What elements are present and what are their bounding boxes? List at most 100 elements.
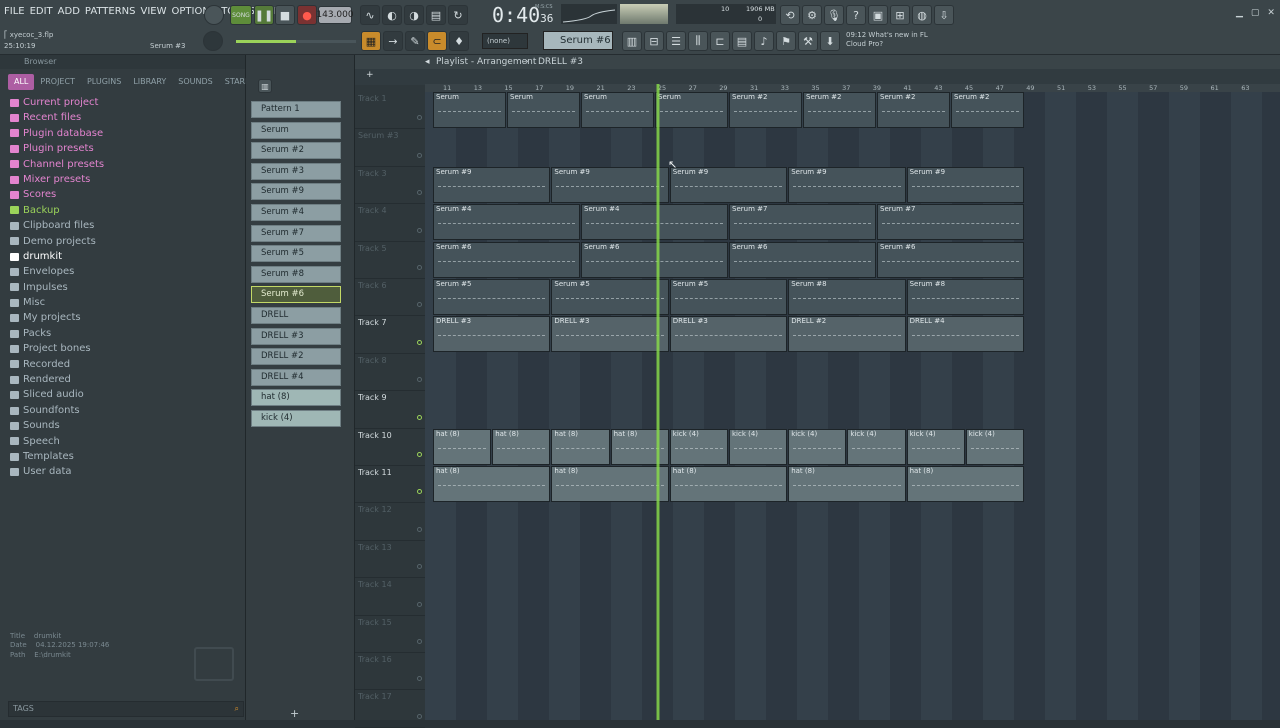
playhead[interactable] — [656, 84, 660, 720]
browser-item[interactable]: Sliced audio — [10, 387, 244, 402]
plugin-picker-icon[interactable]: ▤ — [732, 31, 752, 51]
piano-roll-icon[interactable]: ⊟ — [644, 31, 664, 51]
playlist-clip[interactable]: Serum #5 — [669, 279, 788, 315]
browser-item[interactable]: My projects — [10, 310, 244, 325]
plugin-icon[interactable]: ⊞ — [890, 5, 910, 25]
track-mute-icon[interactable] — [417, 526, 422, 532]
save-icon[interactable]: ▣ — [868, 5, 888, 25]
track-mute-icon[interactable] — [417, 414, 422, 420]
pattern-item[interactable]: Serum #6 — [251, 286, 341, 304]
mixer-view-icon[interactable]: ⫼ — [688, 31, 708, 51]
track-header[interactable]: Track 16 — [355, 653, 425, 691]
track-header[interactable]: Track 15 — [355, 616, 425, 653]
track-mute-icon[interactable] — [417, 451, 422, 457]
playlist-clip[interactable]: DRELL #3 — [551, 316, 669, 353]
playlist-clip[interactable]: kick (4) — [729, 428, 788, 465]
track-header[interactable]: Track 5 — [355, 242, 425, 279]
playlist-clip[interactable]: DRELL #3 — [669, 316, 788, 353]
browser-tab[interactable]: PLUGINS — [81, 74, 127, 90]
playlist-clip[interactable]: Serum #9 — [551, 166, 669, 203]
browser-item[interactable]: Plugin database — [10, 126, 244, 141]
playlist-clip[interactable]: Serum — [507, 92, 580, 128]
playlist-clip[interactable]: Serum #9 — [788, 166, 906, 203]
record-button[interactable]: ● — [297, 5, 317, 25]
playlist-clip[interactable]: hat (8) — [906, 466, 1024, 502]
track-mute-icon[interactable] — [417, 377, 422, 383]
playlist-clip[interactable]: hat (8) — [669, 466, 788, 502]
playlist-clip[interactable]: Serum #5 — [433, 279, 551, 315]
pause-button[interactable]: ❚❚ — [254, 5, 274, 25]
track-mute-icon[interactable] — [417, 190, 422, 196]
playlist-clip[interactable]: Serum #9 — [433, 166, 551, 203]
pattern-item[interactable]: Serum #5 — [251, 245, 341, 263]
browser-item[interactable]: Impulses — [10, 280, 244, 295]
browser-item[interactable]: Templates — [10, 449, 244, 464]
playlist-clip[interactable]: Serum — [655, 92, 728, 128]
pattern-item[interactable]: kick (4) — [251, 410, 341, 427]
track-mute-icon[interactable] — [417, 339, 422, 345]
browser-tab[interactable]: SOUNDS — [172, 74, 218, 90]
browser-item[interactable]: Envelopes — [10, 264, 244, 279]
track-mute-icon[interactable] — [417, 302, 422, 308]
track-mute-icon[interactable] — [417, 564, 422, 570]
playlist-clip[interactable]: DRELL #3 — [433, 316, 551, 353]
browser-item[interactable]: Channel presets — [10, 157, 244, 172]
track-header[interactable]: Track 6 — [355, 279, 425, 317]
playlist-clip[interactable]: Serum #6 — [729, 241, 876, 278]
browser-item[interactable]: Mixer presets — [10, 172, 244, 187]
browser-icon[interactable]: ⊏ — [710, 31, 730, 51]
browser-tab[interactable]: PROJECT — [34, 74, 81, 90]
playlist-clip[interactable]: hat (8) — [433, 466, 551, 502]
browser-item[interactable]: Soundfonts — [10, 403, 244, 418]
pattern-item[interactable]: DRELL — [251, 307, 341, 324]
track-mute-icon[interactable] — [417, 227, 422, 233]
playlist-clip[interactable]: Serum #6 — [877, 241, 1024, 278]
pitch-knob[interactable] — [203, 31, 223, 51]
tempo-tapper-icon[interactable]: ⚒ — [798, 31, 818, 51]
playlist-clip[interactable]: kick (4) — [965, 428, 1024, 465]
browser-item[interactable]: Backup — [10, 203, 244, 218]
menu-item[interactable]: Add — [58, 6, 80, 22]
browser-item[interactable]: Speech — [10, 434, 244, 449]
arrow-icon[interactable]: → — [383, 31, 403, 51]
mixer-icon[interactable]: ⚙ — [802, 5, 822, 25]
pattern-item[interactable]: Serum #8 — [251, 265, 341, 283]
add-track-icon[interactable]: + — [366, 70, 374, 80]
tags-bar[interactable]: TAGS ⌕ — [8, 701, 244, 717]
chat-icon[interactable]: ◍ — [912, 5, 932, 25]
render-icon[interactable]: ⬇ — [820, 31, 840, 51]
magnet-icon[interactable]: ⊂ — [427, 31, 447, 51]
browser-item[interactable]: drumkit — [10, 249, 244, 264]
browser-item[interactable]: Scores — [10, 187, 244, 202]
menu-item[interactable]: View — [141, 6, 167, 22]
snap-selector[interactable]: (none) — [482, 33, 528, 49]
playlist-clip[interactable]: Serum — [581, 92, 654, 128]
pencil-icon[interactable]: ✎ — [405, 31, 425, 51]
browser-item[interactable]: Recent files — [10, 110, 244, 125]
pattern-item[interactable]: Serum #9 — [251, 183, 341, 201]
browser-item[interactable]: Project bones — [10, 341, 244, 356]
playlist-clip[interactable]: hat (8) — [788, 466, 906, 502]
search-icon[interactable]: ⌕ — [235, 702, 239, 716]
loop-record-icon[interactable]: ↻ — [448, 5, 468, 25]
track-header[interactable]: Track 3 — [355, 167, 425, 205]
track-mute-icon[interactable] — [417, 713, 422, 719]
channel-rack-icon[interactable]: ▥ — [622, 31, 642, 51]
menu-item[interactable]: File — [4, 6, 25, 22]
track-header[interactable]: Track 1 — [355, 92, 425, 130]
browser-item[interactable]: Misc — [10, 295, 244, 310]
add-pattern-icon[interactable]: + — [290, 707, 299, 720]
playlist-clip[interactable]: kick (4) — [847, 428, 906, 465]
playlist-clip[interactable]: Serum #7 — [877, 204, 1024, 241]
picker-view-icon[interactable]: ▥ — [258, 79, 272, 93]
menu-item[interactable]: Patterns — [85, 6, 136, 22]
window-controls[interactable]: ▁▢✕ — [1236, 8, 1280, 18]
pattern-item[interactable]: Serum #3 — [251, 162, 341, 180]
playlist-clip[interactable]: kick (4) — [906, 428, 965, 465]
playlist-tool-icon[interactable]: ▦ — [361, 31, 381, 51]
playlist-clip[interactable]: Serum #7 — [729, 204, 876, 241]
playlist-clip[interactable]: hat (8) — [610, 428, 669, 465]
stamp-icon[interactable]: ♦ — [449, 31, 469, 51]
wait-input-icon[interactable]: ◐ — [382, 5, 402, 25]
playlist-clip[interactable]: Serum #2 — [951, 92, 1024, 128]
